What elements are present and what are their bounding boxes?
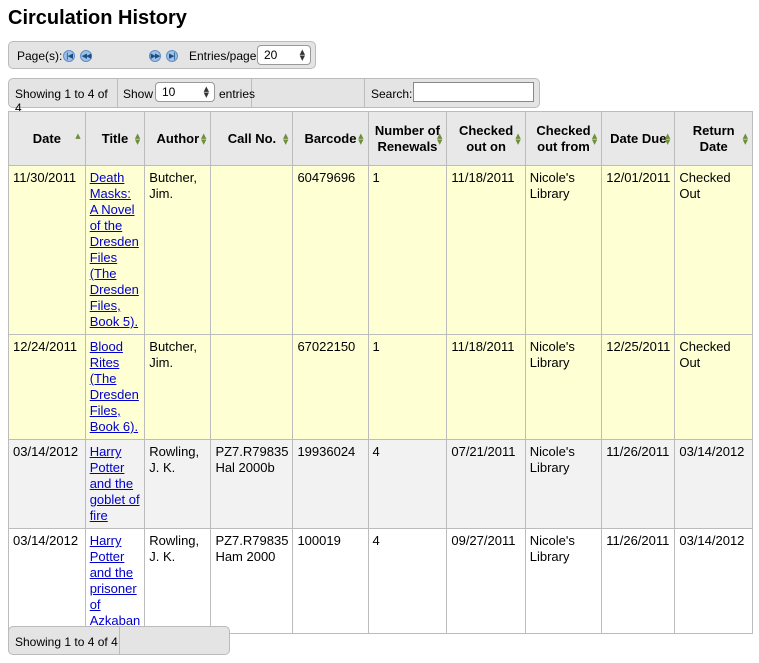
column-header-date-due[interactable]: Date Due ▲ ▼ xyxy=(601,111,676,166)
cell-date-due: 11/26/2011 xyxy=(601,439,676,529)
search-input[interactable] xyxy=(413,82,534,102)
previous-page-icon[interactable]: ◀◀ xyxy=(80,50,92,62)
cell-call-no xyxy=(210,165,294,335)
pages-label: Page(s): xyxy=(17,49,63,63)
cell-date: 03/14/2012 xyxy=(8,439,86,529)
page-title: Circulation History xyxy=(8,7,187,29)
cell-date: 12/24/2011 xyxy=(8,334,86,440)
cell-checked-out-from: Nicole's Library xyxy=(524,165,603,335)
cell-title: Harry Potter and the goblet of fire xyxy=(84,439,146,529)
show-label: Show xyxy=(123,87,154,101)
column-header-return-date[interactable]: Return Date ▲ ▼ xyxy=(674,111,753,166)
column-header-barcode[interactable]: Barcode ▲ ▼ xyxy=(292,111,369,166)
sort-both-icon: ▲ ▼ xyxy=(358,131,364,146)
table-row: 12/24/2011 Blood Rites (The Dresden File… xyxy=(8,334,753,440)
cell-author: Rowling, J. K. xyxy=(144,528,212,634)
column-header-author[interactable]: Author ▲ ▼ xyxy=(144,111,212,166)
cell-barcode: 100019 xyxy=(292,528,369,634)
table-row: 03/14/2012 Harry Potter and the goblet o… xyxy=(8,439,753,529)
next-page-icon[interactable]: ▶▶ xyxy=(149,50,161,62)
sort-both-icon: ▲ ▼ xyxy=(742,131,748,146)
cell-date-due: 11/26/2011 xyxy=(601,528,676,634)
cell-title: Blood Rites (The Dresden Files, Book 6). xyxy=(84,334,146,440)
title-link[interactable]: Blood Rites (The Dresden Files, Book 6). xyxy=(90,339,139,434)
cell-call-no: PZ7.R79835 Ham 2000 xyxy=(210,528,294,634)
cell-checked-out-from: Nicole's Library xyxy=(524,334,603,440)
cell-call-no xyxy=(210,334,294,440)
pagination-bar: Page(s): |◀ ◀◀ ▶▶ ▶| Entries/page: 20 ▲ ▼ xyxy=(8,41,316,69)
info-segment: Showing 1 to 4 of 4 xyxy=(9,79,118,115)
column-header-call-no[interactable]: Call No. ▲ ▼ xyxy=(210,111,294,166)
cell-renewals: 1 xyxy=(367,165,448,335)
entries-per-page-label: Entries/page: xyxy=(189,49,260,63)
cell-return-date: 03/14/2012 xyxy=(674,528,753,634)
cell-renewals: 1 xyxy=(367,334,448,440)
cell-renewals: 4 xyxy=(367,528,448,634)
cell-title: Death Masks: A Novel of the Dresden File… xyxy=(84,165,146,335)
sort-both-icon: ▲ ▼ xyxy=(515,131,521,146)
column-header-checked-out-from[interactable]: Checked out from ▲ ▼ xyxy=(524,111,603,166)
table-info-bar: Showing 1 to 4 of 4 Show 10 ▲ ▼ entries S… xyxy=(8,78,540,115)
title-link[interactable]: Harry Potter and the prisoner of Azkaban xyxy=(90,533,141,628)
search-label: Search: xyxy=(371,87,413,101)
show-entries-select[interactable]: 10 ▲ ▼ xyxy=(155,82,215,102)
cell-barcode: 67022150 xyxy=(292,334,369,440)
title-link[interactable]: Death Masks: A Novel of the Dresden File… xyxy=(90,170,139,329)
length-segment: Show 10 ▲ ▼ entries xyxy=(117,79,256,107)
last-page-icon[interactable]: ▶| xyxy=(166,50,178,62)
column-header-renewals[interactable]: Number of Renewals ▲ ▼ xyxy=(367,111,448,166)
cell-date-due: 12/25/2011 xyxy=(601,334,676,440)
entries-per-page-select[interactable]: 20 ▲ ▼ xyxy=(257,45,311,65)
table-row: 11/30/2011 Death Masks: A Novel of the D… xyxy=(8,165,753,335)
column-header-title[interactable]: Title ▲ ▼ xyxy=(84,111,146,166)
footer-info-segment: Showing 1 to 4 of 4 xyxy=(9,627,120,654)
cell-checked-out-on: 09/27/2011 xyxy=(446,528,526,634)
column-header-checked-out-on[interactable]: Checked out on ▲ ▼ xyxy=(446,111,526,166)
select-arrows-icon: ▲ ▼ xyxy=(299,48,305,62)
cell-checked-out-from: Nicole's Library xyxy=(524,439,603,529)
cell-date: 03/14/2012 xyxy=(8,528,86,634)
sort-both-icon: ▲ ▼ xyxy=(283,131,289,146)
title-link[interactable]: Harry Potter and the goblet of fire xyxy=(90,444,140,523)
select-arrows-icon: ▲ ▼ xyxy=(203,85,209,99)
cell-return-date: Checked Out xyxy=(674,165,753,335)
circulation-table: Date ▲ Title ▲ ▼ Author ▲ ▼ Call No. ▲ ▼ Barcod… xyxy=(8,111,753,634)
cell-checked-out-on: 07/21/2011 xyxy=(446,439,526,529)
cell-title: Harry Potter and the prisoner of Azkaban xyxy=(84,528,146,634)
cell-author: Rowling, J. K. xyxy=(144,439,212,529)
show-entries-value: 10 xyxy=(162,85,176,99)
entries-per-page-value: 20 xyxy=(264,48,278,62)
first-page-icon[interactable]: |◀ xyxy=(63,50,75,62)
table-footer-bar: Showing 1 to 4 of 4 xyxy=(8,626,230,655)
cell-checked-out-from: Nicole's Library xyxy=(524,528,603,634)
cell-date: 11/30/2011 xyxy=(8,165,86,335)
cell-barcode: 19936024 xyxy=(292,439,369,529)
cell-call-no: PZ7.R79835 Hal 2000b xyxy=(210,439,294,529)
sort-both-icon: ▲ ▼ xyxy=(201,131,207,146)
cell-barcode: 60479696 xyxy=(292,165,369,335)
sort-ascending-icon: ▲ xyxy=(75,131,81,140)
spacer-segment xyxy=(251,79,365,107)
cell-checked-out-on: 11/18/2011 xyxy=(446,334,526,440)
sort-both-icon: ▲ ▼ xyxy=(664,131,671,146)
column-header-date[interactable]: Date ▲ xyxy=(8,111,86,166)
footer-showing-count: Showing 1 to 4 of 4 xyxy=(15,635,118,649)
sort-both-icon: ▲ ▼ xyxy=(134,131,141,146)
cell-date-due: 12/01/2011 xyxy=(601,165,676,335)
entries-label: entries xyxy=(219,87,256,101)
sort-both-icon: ▲ ▼ xyxy=(591,131,598,146)
sort-both-icon: ▲ ▼ xyxy=(436,131,443,146)
cell-author: Butcher, Jim. xyxy=(144,165,212,335)
cell-author: Butcher, Jim. xyxy=(144,334,212,440)
cell-return-date: 03/14/2012 xyxy=(674,439,753,529)
table-row: 03/14/2012 Harry Potter and the prisoner… xyxy=(8,528,753,634)
cell-checked-out-on: 11/18/2011 xyxy=(446,165,526,335)
cell-return-date: Checked Out xyxy=(674,334,753,440)
cell-renewals: 4 xyxy=(367,439,448,529)
